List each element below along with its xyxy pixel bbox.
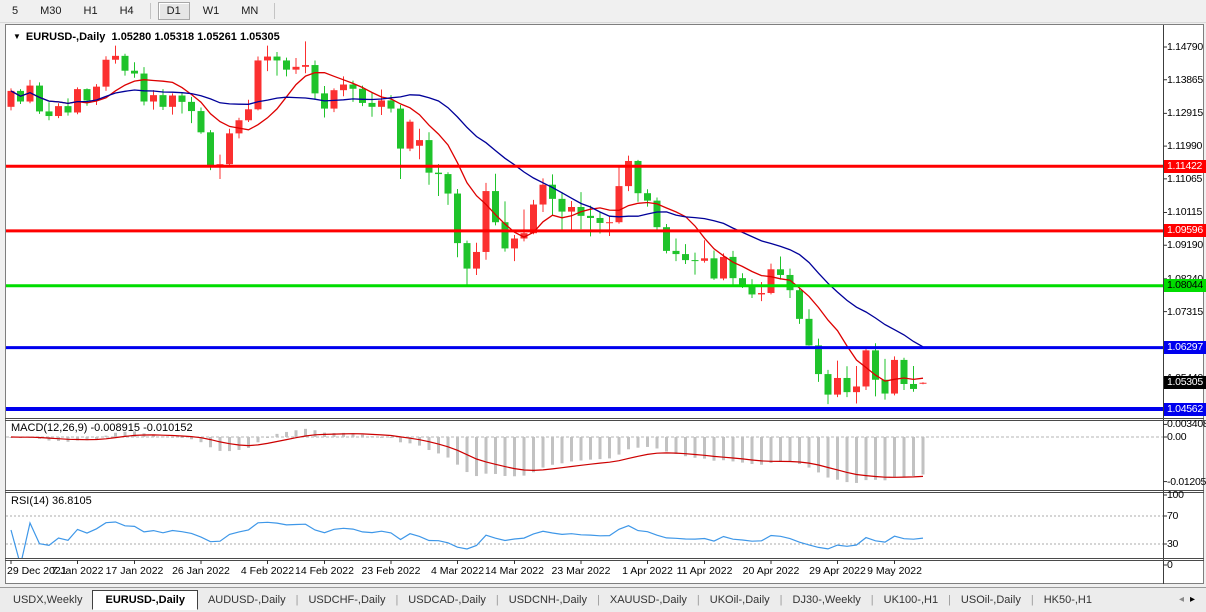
price-axis-tick: 1.10115	[1167, 206, 1206, 218]
tab-dj30-weekly[interactable]: DJ30-,Weekly	[783, 591, 871, 609]
rsi-axis-tick: 70	[1167, 510, 1206, 522]
level-price-badge: 1.11422	[1164, 160, 1206, 173]
date-axis-tick: 20 Apr 2022	[743, 565, 800, 577]
current-price-badge: 1.05305	[1164, 376, 1206, 389]
price-axis-tick: 1.11065	[1167, 173, 1206, 185]
macd-axis-tick: -0.01205	[1167, 476, 1206, 488]
tab-xauusd-daily[interactable]: XAUUSD-,Daily	[600, 591, 697, 609]
tab-eurusd-daily[interactable]: EURUSD-,Daily	[92, 590, 197, 610]
timeframe-button-d1[interactable]: D1	[158, 2, 190, 20]
timeframe-button-h4[interactable]: H4	[111, 2, 143, 20]
rsi-axis-tick: 30	[1167, 538, 1206, 550]
rsi-axis-tick: 100	[1167, 489, 1206, 501]
tab-ukoil-daily[interactable]: UKOil-,Daily	[700, 591, 780, 609]
tab-uk100-h1[interactable]: UK100-,H1	[874, 591, 948, 609]
date-axis-tick: 26 Jan 2022	[172, 565, 230, 577]
date-axis-tick: 17 Jan 2022	[106, 565, 164, 577]
tab-scrollbar: ◂ ▸	[1177, 595, 1195, 605]
symbol-tabbar: USDX,WeeklyEURUSD-,DailyAUDUSD-,Daily|US…	[0, 587, 1206, 612]
chart-symbol-label: EURUSD-,Daily	[26, 31, 105, 43]
macd-axis-tick: 0.003408	[1167, 418, 1206, 430]
timeframe-button-mn[interactable]: MN	[232, 2, 267, 20]
date-axis-tick: 11 Apr 2022	[677, 565, 733, 577]
date-axis-tick: 14 Feb 2022	[295, 565, 354, 577]
price-axis-tick: 1.12915	[1167, 107, 1206, 119]
level-price-badge: 1.04562	[1164, 403, 1206, 416]
date-axis-tick: 14 Mar 2022	[485, 565, 544, 577]
macd-panel-label: MACD(12,26,9) -0.008915 -0.010152	[11, 422, 193, 434]
date-axis-tick: 4 Mar 2022	[431, 565, 484, 577]
tab-usoil-daily[interactable]: USOil-,Daily	[951, 591, 1031, 609]
tab-usdchf-daily[interactable]: USDCHF-,Daily	[298, 591, 395, 609]
chart-window[interactable]	[5, 24, 1204, 584]
level-price-badge: 1.08044	[1164, 279, 1206, 292]
date-axis-tick: 9 May 2022	[867, 565, 922, 577]
date-axis-tick: 7 Jan 2022	[52, 565, 104, 577]
tab-scroll-right-icon[interactable]: ▸	[1190, 595, 1195, 605]
price-axis-tick: 1.09190	[1167, 239, 1206, 251]
price-axis-tick: 1.14790	[1167, 41, 1206, 53]
price-axis-tick: 1.13865	[1167, 74, 1206, 86]
level-price-badge: 1.06297	[1164, 341, 1206, 354]
price-axis-tick: 1.07315	[1167, 306, 1206, 318]
timeframe-toolbar: 5M30 H1H4 D1W1MN	[0, 0, 1206, 23]
chart-ohlc-values: 1.05280 1.05318 1.05261 1.05305	[112, 31, 280, 43]
tab-usdcnh-daily[interactable]: USDCNH-,Daily	[499, 591, 597, 609]
chart-title: ▼ EURUSD-,Daily 1.05280 1.05318 1.05261 1…	[13, 31, 280, 43]
timeframe-button-w1[interactable]: W1	[194, 2, 229, 20]
rsi-axis-tick: 0	[1167, 559, 1206, 571]
toolbar-separator	[274, 3, 275, 19]
tab-audusd-daily[interactable]: AUDUSD-,Daily	[198, 591, 296, 609]
timeframe-button-5[interactable]: 5	[3, 2, 27, 20]
date-axis-tick: 23 Mar 2022	[552, 565, 611, 577]
date-axis-tick: 4 Feb 2022	[241, 565, 294, 577]
tab-usdcad-daily[interactable]: USDCAD-,Daily	[398, 591, 496, 609]
level-price-badge: 1.09596	[1164, 224, 1206, 237]
tab-hk50-h1[interactable]: HK50-,H1	[1034, 591, 1102, 609]
date-axis-tick: 29 Apr 2022	[809, 565, 866, 577]
tab-usdx-weekly[interactable]: USDX,Weekly	[3, 591, 92, 609]
tab-scroll-left-icon[interactable]: ◂	[1179, 595, 1184, 605]
timeframe-button-m30[interactable]: M30	[31, 2, 70, 20]
symbol-tabs: USDX,WeeklyEURUSD-,DailyAUDUSD-,Daily|US…	[0, 588, 1177, 612]
timeframe-button-h1[interactable]: H1	[75, 2, 107, 20]
price-axis-tick: 1.11990	[1167, 140, 1206, 152]
date-axis-tick: 23 Feb 2022	[362, 565, 421, 577]
chart-dropdown-icon[interactable]: ▼	[13, 32, 21, 41]
mt4-application: { "toolbar": { "timeframes": [ {"label":…	[0, 0, 1206, 612]
toolbar-separator	[150, 3, 151, 19]
macd-axis-tick: 0.00	[1167, 431, 1206, 443]
date-axis-tick: 1 Apr 2022	[622, 565, 673, 577]
rsi-panel-label: RSI(14) 36.8105	[11, 495, 92, 507]
